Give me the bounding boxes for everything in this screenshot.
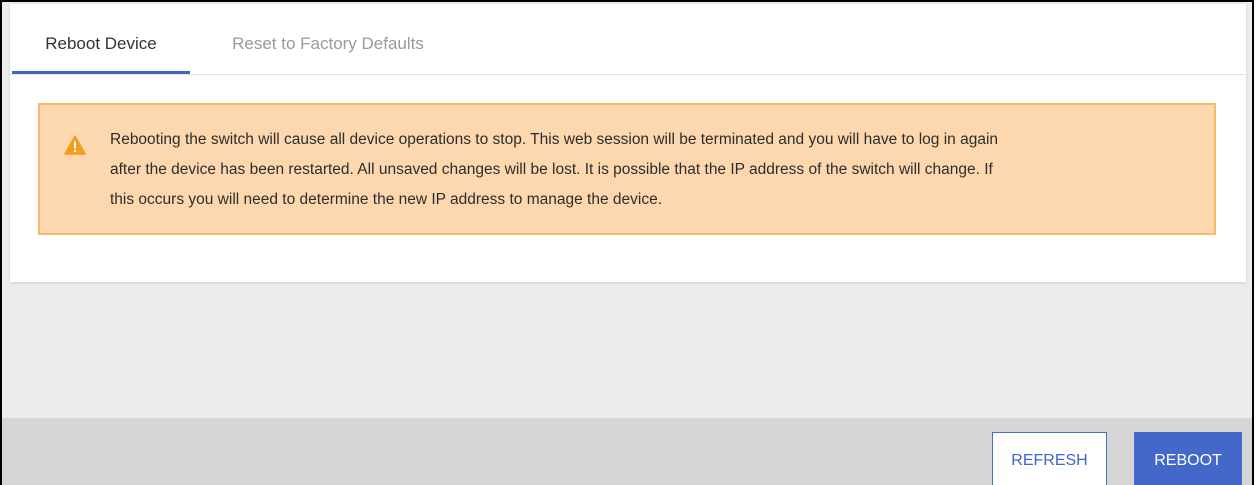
tab-reboot-device[interactable]: Reboot Device <box>12 4 190 74</box>
warning-line-2: after the device has been restarted. All… <box>110 161 993 178</box>
content-card: Reboot Device Reset to Factory Defaults … <box>10 4 1246 282</box>
warning-line-1: Rebooting the switch will cause all devi… <box>110 131 999 148</box>
action-footer: REFRESH REBOOT <box>2 418 1252 485</box>
warning-triangle-icon <box>64 135 86 155</box>
warning-message: Rebooting the switch will cause all devi… <box>110 125 1200 215</box>
tab-reset-factory-defaults[interactable]: Reset to Factory Defaults <box>190 4 466 74</box>
page-frame: Reboot Device Reset to Factory Defaults … <box>0 0 1254 485</box>
tab-bar: Reboot Device Reset to Factory Defaults <box>10 4 1246 75</box>
reboot-button[interactable]: REBOOT <box>1134 432 1242 485</box>
warning-line-3: this occurs you will need to determine t… <box>110 191 662 208</box>
refresh-button[interactable]: REFRESH <box>992 432 1107 485</box>
warning-alert: Rebooting the switch will cause all devi… <box>38 103 1216 235</box>
